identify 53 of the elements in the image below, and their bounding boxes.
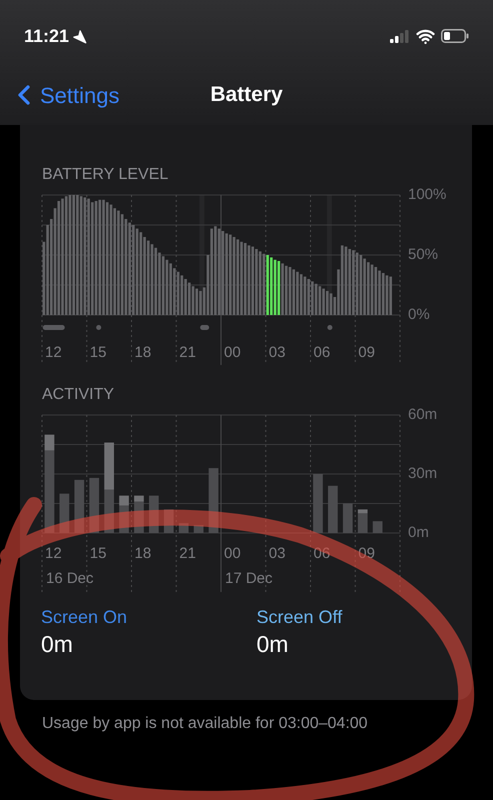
activity-bar — [60, 494, 70, 533]
activity-bar — [328, 486, 338, 533]
axis-label: 100% — [408, 187, 446, 203]
activity-bar — [164, 509, 174, 533]
axis-label: 03 — [268, 545, 286, 562]
date-label: 16 Dec — [46, 570, 94, 587]
activity-bar — [342, 504, 353, 533]
axis-label: 30m — [408, 464, 438, 482]
legend-label: Screen On — [41, 606, 128, 628]
axis-label: 00 — [224, 545, 241, 562]
chart-title: BATTERY LEVEL — [42, 167, 168, 183]
signal-icon — [390, 30, 410, 42]
axis-label: 06 — [314, 344, 330, 361]
timeline-marker — [200, 325, 210, 330]
timeline-marker — [96, 325, 102, 330]
axis-label: 50% — [408, 246, 438, 263]
summary-value: 0m — [256, 630, 288, 659]
chart-title: ACTIVITY — [42, 387, 114, 403]
activity-bar — [208, 468, 218, 533]
status-time: 11:21 — [24, 24, 70, 48]
activity-bar — [149, 496, 159, 533]
axis-label: 21 — [179, 344, 196, 361]
axis-label: 03 — [268, 344, 286, 361]
activity-bar — [104, 490, 114, 533]
axis-label: 18 — [134, 344, 152, 361]
timeline-marker — [42, 325, 65, 330]
activity-bar — [89, 478, 100, 533]
summary-value: 0m — [41, 630, 73, 659]
battery-icon — [441, 29, 469, 43]
axis-label: 12 — [45, 545, 62, 562]
activity-bar — [178, 523, 189, 533]
activity-bar — [313, 474, 323, 533]
footnote: Usage by app is not available for 03:00–04:00 — [42, 714, 368, 734]
axis-label: 15 — [90, 344, 106, 361]
activity-bar — [194, 525, 204, 533]
axis-label: 09 — [358, 344, 375, 361]
axis-label: 21 — [179, 545, 196, 562]
activity-bar — [74, 480, 84, 533]
legend-label: Screen Off — [256, 606, 342, 628]
page-title: Battery — [210, 82, 283, 108]
axis-label: 0% — [408, 306, 430, 323]
date-label: 17 Dec — [225, 570, 273, 587]
axis-label: 15 — [90, 545, 106, 562]
location-arrow-icon — [72, 28, 88, 44]
activity-bar — [372, 521, 382, 533]
back-button[interactable]: Settings — [8, 78, 120, 112]
axis-label: 0m — [408, 524, 429, 541]
axis-label: 60m — [408, 407, 438, 423]
axis-label: 18 — [134, 545, 152, 562]
axis-label: 00 — [224, 344, 241, 361]
timeline-marker — [327, 325, 332, 330]
axis-label: 12 — [45, 344, 62, 361]
activity-bar — [104, 442, 114, 490]
